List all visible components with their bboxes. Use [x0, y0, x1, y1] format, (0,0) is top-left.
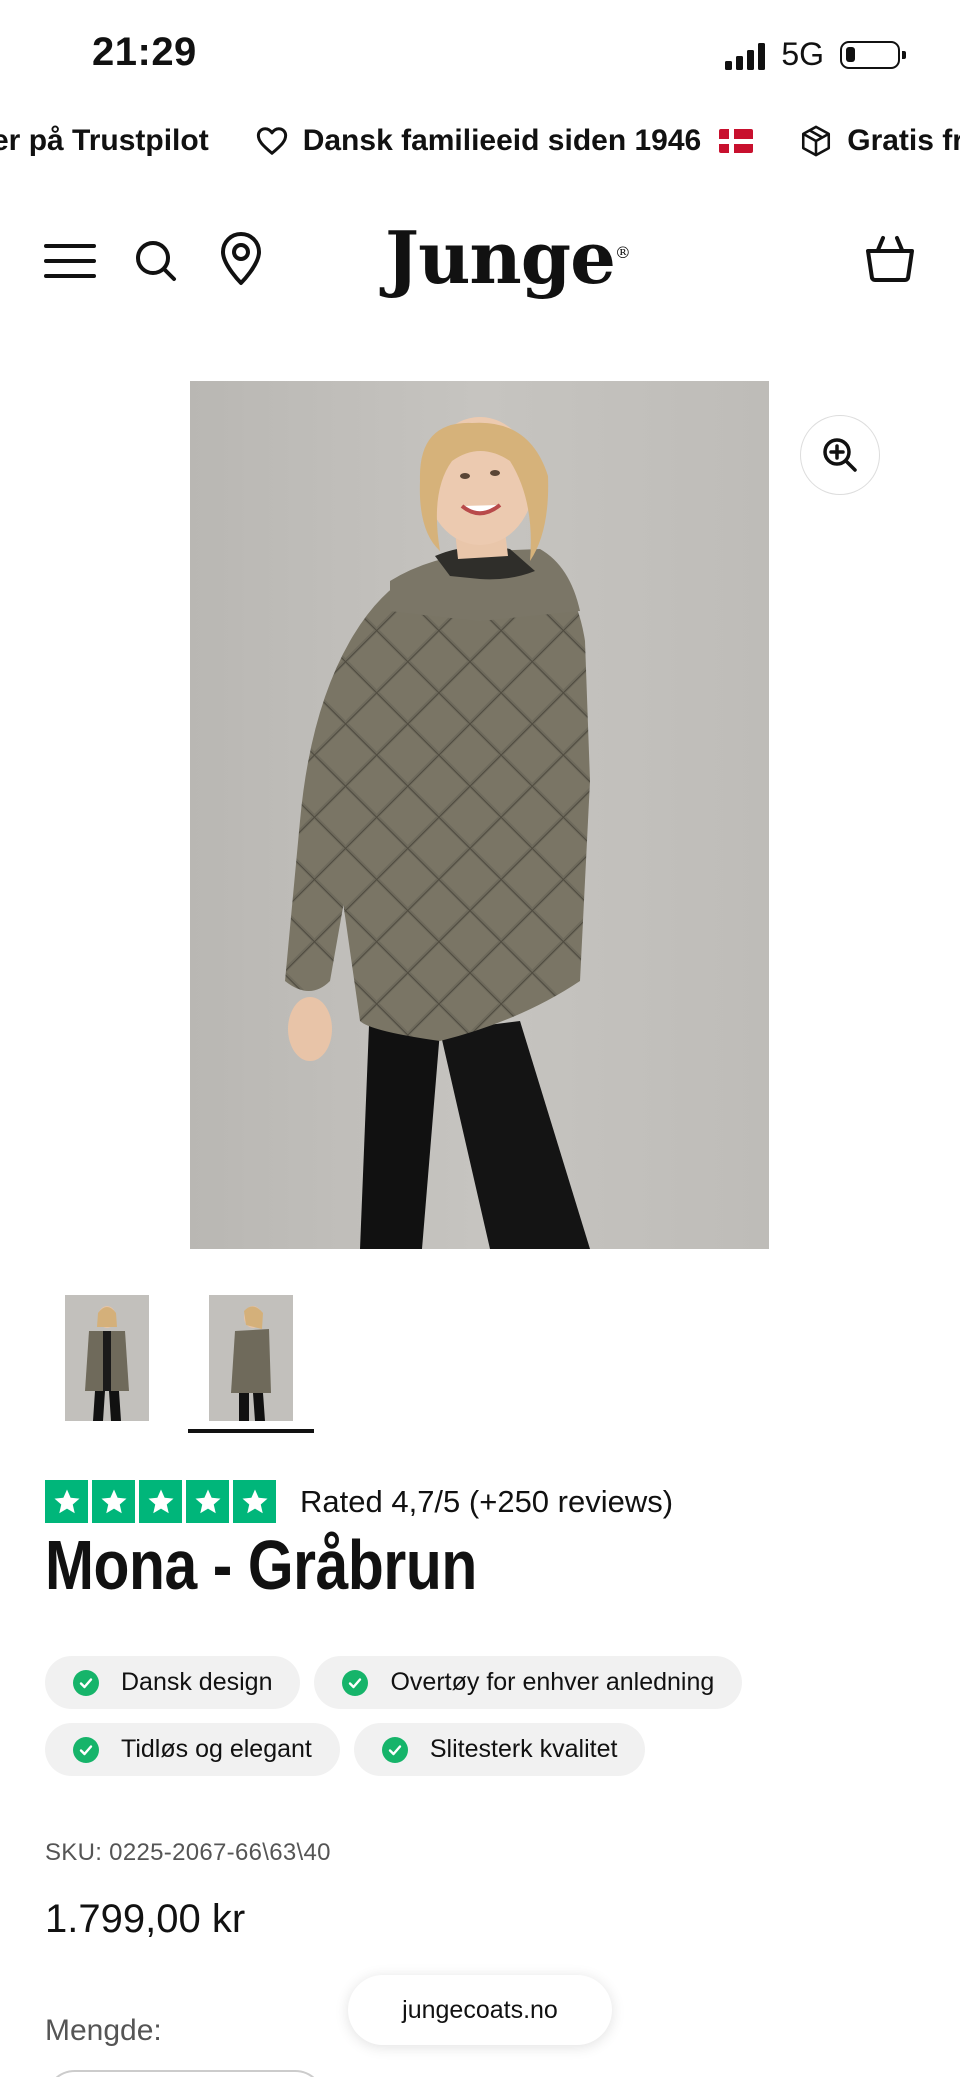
product-main-image[interactable] — [190, 381, 769, 1249]
check-circle-icon — [381, 1736, 408, 1763]
battery-icon — [840, 40, 906, 69]
browser-address-pill[interactable]: jungecoats.no — [348, 1975, 612, 2045]
feature-badge: Dansk design — [45, 1656, 301, 1709]
star-icon — [92, 1480, 135, 1523]
marquee-item-family: Dansk familieeid siden 1946 — [255, 124, 754, 158]
thumbnail-back[interactable] — [209, 1295, 293, 1421]
star-icon — [233, 1480, 276, 1523]
thumbnail-strip — [0, 1292, 960, 1434]
status-bar: 21:29 5G — [0, 0, 960, 110]
product-sku: SKU: 0225-2067-66\63\40 — [45, 1839, 331, 1866]
signal-icon — [725, 40, 766, 70]
check-circle-icon — [73, 1669, 99, 1696]
rating-stars — [45, 1480, 276, 1523]
search-icon[interactable] — [132, 237, 180, 285]
feature-badge: Slitesterk kvalitet — [353, 1723, 646, 1776]
star-icon — [45, 1480, 88, 1523]
cart-basket-icon[interactable] — [864, 233, 916, 285]
zoom-in-icon — [823, 438, 857, 472]
site-header: Junge® — [0, 215, 960, 325]
star-icon — [139, 1480, 182, 1523]
quantity-label: Mengde: — [45, 2014, 162, 2047]
check-circle-icon — [342, 1669, 369, 1696]
trustpilot-rating[interactable]: Rated 4,7/5 (+250 reviews) — [45, 1480, 673, 1523]
product-price: 1.799,00 kr — [45, 1897, 246, 1941]
marquee-item-shipping: Gratis fr — [799, 124, 960, 158]
status-time: 21:29 — [92, 30, 197, 74]
marquee-item-trustpilot: er på Trustpilot — [0, 124, 209, 157]
menu-icon[interactable] — [44, 241, 96, 281]
junge-logo[interactable]: Junge® — [385, 215, 631, 300]
product-title: Mona - Gråbrun — [45, 1526, 477, 1604]
check-circle-icon — [73, 1736, 99, 1763]
star-icon — [186, 1480, 229, 1523]
announcement-marquee: er på Trustpilot Dansk familieeid siden … — [0, 118, 960, 174]
feature-badge: Overtøy for enhver anledning — [314, 1656, 743, 1709]
danish-flag-icon — [719, 129, 754, 153]
heart-icon — [256, 127, 287, 155]
quantity-stepper[interactable] — [45, 2070, 325, 2077]
active-thumbnail-indicator — [188, 1429, 314, 1433]
feature-badge: Tidløs og elegant — [45, 1723, 340, 1776]
location-pin-icon[interactable] — [218, 231, 264, 287]
thumbnail-front[interactable] — [65, 1295, 149, 1421]
zoom-button[interactable] — [800, 415, 880, 495]
package-icon — [802, 125, 831, 157]
rating-text: Rated 4,7/5 (+250 reviews) — [300, 1483, 674, 1519]
status-indicators: 5G — [725, 36, 906, 73]
product-photo-illustration — [190, 381, 769, 1249]
feature-badges: Dansk design Overtøy for enhver anlednin… — [45, 1656, 905, 1776]
network-label: 5G — [781, 36, 824, 72]
